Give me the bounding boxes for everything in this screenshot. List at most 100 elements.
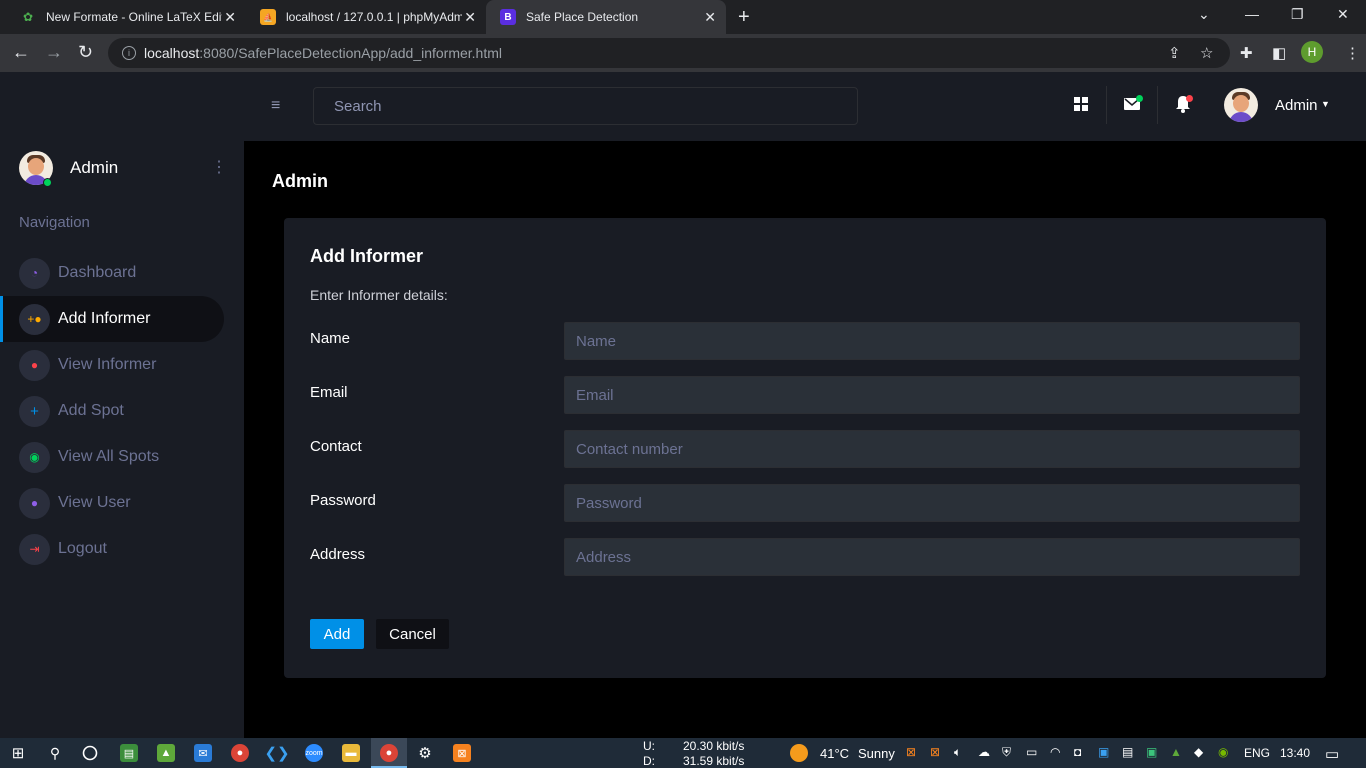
photos-icon[interactable]: ▲ [157, 744, 175, 762]
name-field[interactable] [564, 322, 1300, 360]
net-upload-speed: 20.30 kbit/s [683, 739, 745, 753]
share-icon[interactable]: ⇪ [1168, 44, 1181, 62]
sidebar-item-view-all-spots[interactable]: ◉ View All Spots [0, 434, 224, 480]
settings-gear-icon[interactable]: ⚙ [416, 744, 434, 762]
browser-menu-icon[interactable]: ⋮ [1345, 44, 1360, 62]
sidebar-item-view-user[interactable]: ● View User [0, 480, 224, 526]
chevron-down-icon[interactable]: ▼ [1321, 99, 1330, 109]
add-button[interactable]: Add [310, 619, 364, 649]
profile-avatar[interactable]: H [1301, 41, 1323, 63]
forward-icon[interactable]: → [45, 42, 63, 63]
address-bar[interactable]: i localhost:8080/SafePlaceDetectionApp/a… [108, 38, 1230, 68]
chrome-active-icon[interactable]: ● [380, 744, 398, 762]
sidebar-item-logout[interactable]: ⇥ Logout [0, 526, 224, 572]
close-tab-icon[interactable]: ✕ [224, 9, 236, 26]
notepad-plus-icon[interactable]: ▤ [120, 744, 138, 762]
password-field[interactable] [564, 484, 1300, 522]
extensions-puzzle-icon[interactable]: ✚ [1240, 44, 1253, 62]
windows-start-icon[interactable]: ⊞ [9, 744, 27, 762]
password-label: Password [310, 492, 376, 509]
mail-notification-dot [1136, 95, 1143, 102]
topnav-user-name[interactable]: Admin [1275, 97, 1318, 114]
battery-icon[interactable]: ▭ [1026, 745, 1037, 759]
mail-app-icon[interactable]: ✉ [194, 744, 212, 762]
tab-title: Safe Place Detection [526, 10, 639, 24]
sidebar-profile[interactable]: Admin [19, 151, 118, 185]
close-tab-icon[interactable]: ✕ [704, 9, 716, 26]
sidebar-item-dashboard[interactable]: ◔ Dashboard [0, 250, 224, 296]
avatar[interactable] [1224, 88, 1258, 122]
bootstrap-icon: B [500, 9, 516, 25]
nvidia-icon[interactable]: ◉ [1218, 745, 1228, 759]
network-drive-icon[interactable]: ◆ [1194, 745, 1203, 759]
browser-tab-phpmyadmin[interactable]: ⛵ localhost / 127.0.0.1 | phpMyAdm ✕ [246, 0, 486, 34]
volume-icon[interactable]: 🔈︎ [954, 745, 961, 760]
card-description: Enter Informer details: [310, 287, 448, 303]
notification-center-icon[interactable]: ▭ [1325, 745, 1339, 763]
camera-icon[interactable]: ◘ [1074, 745, 1081, 759]
contact-field[interactable] [564, 430, 1300, 468]
xampp-tray-icon[interactable]: ⊠ [906, 745, 916, 759]
address-field[interactable] [564, 538, 1300, 576]
bookmark-star-icon[interactable]: ☆ [1200, 44, 1213, 62]
browser-tab-safe-place[interactable]: B Safe Place Detection ✕ [486, 0, 726, 34]
sidebar-item-label: View User [58, 494, 131, 511]
xampp-icon[interactable]: ⊠ [453, 744, 471, 762]
photos-tray-icon[interactable]: ▲ [1170, 745, 1182, 759]
restore-icon[interactable]: ❐ [1291, 6, 1304, 23]
browser-tab-overleaf[interactable]: ✿ New Formate - Online LaTeX Edit ✕ [6, 0, 246, 34]
net-download-label: D: [643, 754, 655, 768]
net-download-speed: 31.59 kbit/s [683, 754, 745, 768]
file-explorer-icon[interactable]: ▬ [342, 744, 360, 762]
menu-toggle-icon[interactable]: ≡ [271, 97, 280, 115]
site-info-icon[interactable]: i [122, 46, 136, 60]
tab-search-chevron-icon[interactable]: ⌄ [1198, 6, 1210, 23]
security-shield-icon[interactable]: ⛨ [1002, 745, 1011, 760]
email-field[interactable] [564, 376, 1300, 414]
user-icon: ● [19, 349, 50, 381]
cancel-button[interactable]: Cancel [376, 619, 449, 649]
keyboard-icon[interactable]: ▤ [1122, 745, 1133, 759]
weather-condition[interactable]: Sunny [858, 746, 895, 761]
minimize-icon[interactable]: — [1245, 6, 1259, 22]
name-label: Name [310, 330, 351, 347]
sidebar-user-name: Admin [70, 158, 119, 177]
tab-title: localhost / 127.0.0.1 | phpMyAdm [286, 10, 462, 24]
back-icon[interactable]: ← [12, 42, 30, 63]
sidebar-item-label: View All Spots [58, 448, 160, 465]
app-tray-icon[interactable]: ▣ [1146, 745, 1157, 759]
app-tray-icon[interactable]: ▣ [1098, 745, 1109, 759]
sidebar-item-view-informer[interactable]: ● View Informer [0, 342, 224, 388]
chrome-icon[interactable]: ● [231, 744, 249, 762]
profile-menu-icon[interactable]: ⋮ [211, 157, 227, 177]
onedrive-icon[interactable]: ☁︎ [978, 745, 990, 759]
phpmyadmin-icon: ⛵ [260, 9, 276, 25]
side-panel-icon[interactable]: ◧ [1272, 44, 1286, 62]
search-input[interactable] [313, 87, 858, 125]
sidebar-item-add-spot[interactable]: + Add Spot [0, 388, 224, 434]
contact-label: Contact [310, 438, 362, 455]
language-indicator[interactable]: ENG [1244, 746, 1270, 760]
new-tab-icon[interactable]: + [738, 6, 750, 29]
xampp-tray-icon[interactable]: ⊠ [930, 745, 940, 759]
sun-weather-icon[interactable] [790, 744, 808, 762]
browser-tab-bar: ✿ New Formate - Online LaTeX Edit ✕ ⛵ lo… [0, 0, 1366, 34]
card-title: Add Informer [310, 246, 424, 266]
search-icon[interactable]: ⚲ [46, 744, 64, 762]
sidebar-item-add-informer[interactable]: +● Add Informer [0, 296, 224, 342]
vscode-icon[interactable]: ❮❯ [264, 744, 289, 762]
nav-section-label: Navigation [19, 214, 90, 231]
divider [1106, 86, 1107, 124]
zoom-icon[interactable]: zoom [305, 744, 323, 762]
close-window-icon[interactable]: ✕ [1337, 6, 1349, 23]
online-status-dot [43, 178, 52, 187]
clock[interactable]: 13:40 [1280, 746, 1310, 760]
task-view-icon[interactable] [81, 744, 99, 762]
reload-icon[interactable]: ↻ [78, 42, 93, 63]
grid-apps-icon[interactable] [1071, 93, 1091, 115]
temperature[interactable]: 41°C [820, 746, 849, 761]
add-user-icon: +● [19, 303, 50, 335]
logout-icon: ⇥ [19, 533, 50, 565]
wifi-icon[interactable]: ◠ [1050, 745, 1060, 759]
close-tab-icon[interactable]: ✕ [464, 9, 476, 26]
